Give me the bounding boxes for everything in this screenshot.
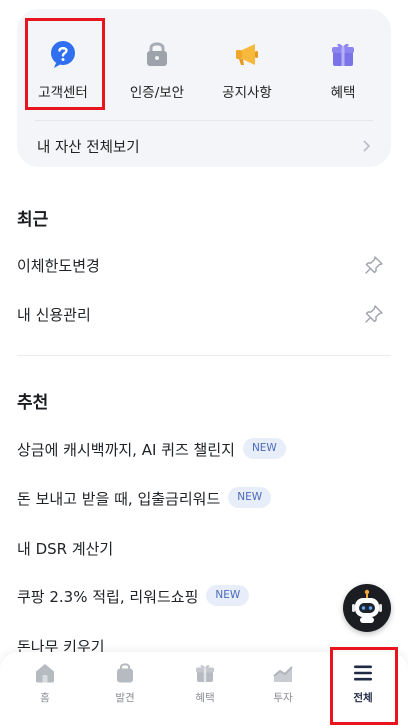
recommended-item-label: 상금에 캐시백까지, AI 퀴즈 챌린지 NEW (17, 438, 286, 461)
tab-label: 혜택 (195, 692, 215, 704)
gift-icon (196, 665, 214, 682)
pin-icon[interactable] (364, 255, 384, 275)
tab-home[interactable]: 홈 (5, 652, 85, 728)
recent-item-credit-management[interactable]: 내 신용관리 (0, 292, 408, 336)
quick-item-label: 인증/보안 (129, 85, 185, 101)
gift-icon (332, 43, 354, 66)
chart-icon (273, 666, 293, 682)
tab-label: 투자 (273, 692, 293, 704)
highlight-all-tab (330, 647, 398, 725)
recommended-item-label: 내 DSR 계산기 (17, 538, 113, 559)
view-all-assets-link[interactable]: 내 자산 전체보기 (17, 121, 391, 167)
tab-discover[interactable]: 발견 (85, 652, 165, 728)
quick-item-label: 공지사항 (222, 85, 272, 101)
new-badge: NEW (206, 585, 250, 606)
tab-label: 홈 (40, 692, 50, 704)
section-divider (17, 355, 391, 356)
tab-label: 발견 (115, 692, 135, 704)
tab-benefit[interactable]: 혜택 (165, 652, 245, 728)
new-badge: NEW (228, 487, 272, 508)
pin-icon[interactable] (364, 304, 384, 324)
recent-item-label: 이체한도변경 (17, 257, 100, 275)
recommended-item-text: 내 DSR 계산기 (17, 540, 114, 558)
quick-item-auth-security[interactable]: 인증/보안 (111, 27, 203, 119)
chevron-right-icon (363, 140, 371, 152)
new-badge: NEW (242, 438, 286, 459)
tab-invest[interactable]: 투자 (243, 652, 323, 728)
recent-item-transfer-limit[interactable]: 이체한도변경 (0, 243, 408, 287)
recommended-item-label: 돈 보내고 받을 때, 입출금리워드 NEW (17, 487, 272, 510)
recent-heading: 최근 (17, 210, 49, 230)
megaphone-icon (236, 44, 258, 65)
recommended-item-text: 쿠팡 2.3% 적립, 리워드쇼핑 (17, 588, 199, 606)
quick-item-benefit[interactable]: 혜택 (297, 27, 389, 119)
recommended-item-text: 상금에 캐시백까지, AI 퀴즈 챌린지 (17, 441, 235, 459)
recent-item-label: 내 신용관리 (17, 306, 91, 324)
recommended-heading: 추천 (17, 393, 49, 413)
highlight-customer-center (25, 18, 105, 110)
recommended-item-dsr-calculator[interactable]: 내 DSR 계산기 (0, 526, 408, 570)
recommended-item-label: 쿠팡 2.3% 적립, 리워드쇼핑 NEW (17, 585, 250, 608)
robot-icon (352, 589, 382, 623)
recommended-item-text: 돈 보내고 받을 때, 입출금리워드 (17, 490, 221, 508)
recommended-item-ai-quiz[interactable]: 상금에 캐시백까지, AI 퀴즈 챌린지 NEW (0, 427, 408, 471)
quick-item-label: 혜택 (330, 85, 356, 101)
quick-item-notice[interactable]: 공지사항 (201, 27, 293, 119)
lock-icon (147, 42, 167, 66)
view-all-assets-label: 내 자산 전체보기 (37, 140, 140, 156)
home-icon (36, 664, 54, 683)
recommended-item-deposit-reward[interactable]: 돈 보내고 받을 때, 입출금리워드 NEW (0, 476, 408, 520)
chatbot-button[interactable] (343, 584, 391, 632)
shopping-bag-icon (117, 663, 133, 683)
